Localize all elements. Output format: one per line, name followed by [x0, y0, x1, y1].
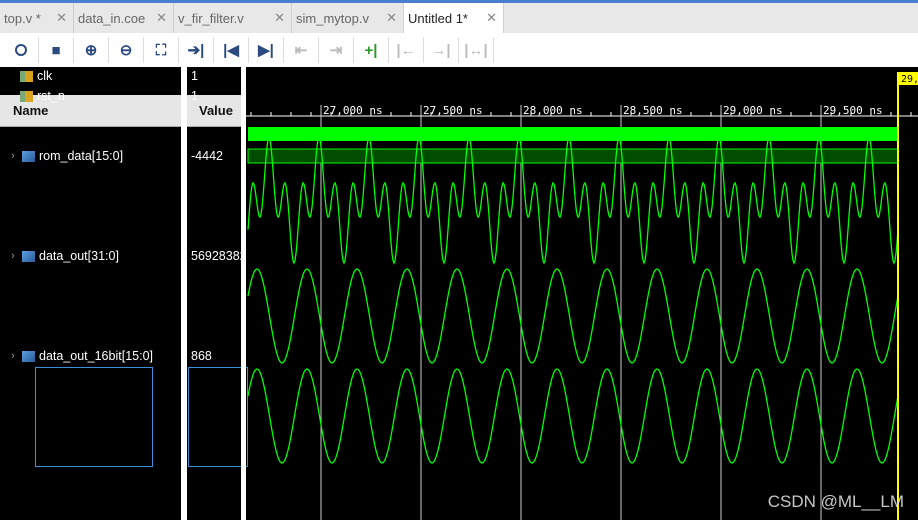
signal-value: 1: [191, 69, 198, 83]
swap-cursors-icon: |↔|: [464, 41, 488, 59]
tab-label: sim_mytop.v: [296, 10, 369, 26]
close-icon[interactable]: ✕: [386, 10, 397, 26]
save-icon: ■: [51, 41, 61, 59]
close-icon[interactable]: ✕: [274, 10, 285, 26]
signal-name: clk: [37, 69, 53, 83]
editor-tabs: top.v * ✕ data_in.coe ✕ v_fir_filter.v ✕ sim_m…: [0, 3, 918, 33]
signal-value: 1: [191, 89, 198, 103]
tab-label: top.v *: [4, 10, 41, 26]
cursor-time-label: 29,: [901, 74, 918, 85]
add-marker-button[interactable]: +|: [354, 37, 389, 63]
time-tick-label: 28,500 ns: [623, 104, 683, 117]
signal-row-clk[interactable]: clk: [20, 69, 52, 83]
search-button[interactable]: [4, 37, 39, 63]
go-to-start-button[interactable]: |◀: [214, 37, 249, 63]
signal-name: rst_n: [37, 89, 65, 103]
signal-row-rom-data[interactable]: › rom_data[15:0]: [4, 149, 123, 163]
previous-marker-button[interactable]: |←: [389, 37, 424, 63]
zoom-fit-button[interactable]: ⛶: [144, 37, 179, 63]
go-to-end-icon: ▶|: [258, 42, 274, 59]
data-out-waveform: [247, 268, 899, 364]
wave-toolbar: ■ ⊕ ⊖ ⛶ ➔| |◀ ▶| ⇤ ⇥ +| |← →| |↔|: [0, 33, 918, 67]
selection-box: [35, 367, 153, 467]
signal-row-rst-n[interactable]: rst_n: [20, 89, 65, 103]
expand-chevron-icon[interactable]: ›: [4, 350, 22, 362]
close-icon[interactable]: ✕: [156, 10, 167, 26]
go-to-cursor-icon: ➔|: [187, 42, 205, 59]
go-to-end-button[interactable]: ▶|: [249, 37, 284, 63]
expand-chevron-icon[interactable]: ›: [4, 150, 22, 162]
signal-name: data_out[31:0]: [39, 249, 119, 263]
signal-value: 56928382: [191, 249, 241, 263]
bus-signal-icon: [22, 350, 35, 362]
add-marker-icon: +|: [364, 41, 378, 59]
bit-signal-icon: [20, 70, 33, 82]
tab-top-v-[interactable]: top.v * ✕: [0, 3, 74, 33]
save-button[interactable]: ■: [39, 37, 74, 63]
previous-marker-icon: |←: [396, 41, 416, 59]
next-transition-icon: ⇥: [329, 42, 343, 59]
signal-row-data-out[interactable]: › data_out[31:0]: [4, 249, 119, 263]
tab-data-in-coe[interactable]: data_in.coe ✕: [74, 3, 174, 33]
signal-value: 868: [191, 349, 212, 363]
zoom-out-button[interactable]: ⊖: [109, 37, 144, 63]
time-tick-label: 27,000 ns: [323, 104, 383, 117]
bit-signal-icon: [20, 90, 33, 102]
time-tick-label: 28,000 ns: [523, 104, 583, 117]
previous-transition-button[interactable]: ⇤: [284, 37, 319, 63]
rst-n-waveform: [247, 148, 899, 164]
tab-sim-mytop-v[interactable]: sim_mytop.v ✕: [292, 3, 404, 33]
expand-chevron-icon[interactable]: ›: [4, 250, 22, 262]
signal-name: rom_data[15:0]: [39, 149, 124, 163]
bus-signal-icon: [22, 250, 35, 262]
data-out-16bit-waveform: [247, 368, 899, 464]
waveform-canvas[interactable]: 27,000 ns 27,500 ns 28,000 ns 28,500 ns 29,0…: [246, 67, 918, 520]
next-marker-button[interactable]: →|: [424, 37, 459, 63]
zoom-fit-icon: ⛶: [155, 41, 167, 59]
tab-label: Untitled 1*: [408, 10, 468, 26]
zoom-out-icon: ⊖: [119, 42, 133, 59]
tab-label: v_fir_filter.v: [178, 10, 244, 26]
zoom-in-icon: ⊕: [84, 42, 98, 59]
tab-label: data_in.coe: [78, 10, 146, 26]
time-tick-label: 29,500 ns: [823, 104, 883, 117]
watermark: CSDN @ML__LM: [767, 492, 904, 511]
clk-waveform: [248, 127, 898, 141]
tab-untitled-1-[interactable]: Untitled 1* ✕: [404, 3, 504, 33]
time-tick-label: 27,500 ns: [423, 104, 483, 117]
swap-cursors-button[interactable]: |↔|: [459, 37, 494, 63]
next-marker-icon: →|: [431, 41, 451, 59]
go-to-start-icon: |◀: [223, 42, 239, 59]
signal-name: data_out_16bit[15:0]: [39, 349, 153, 363]
value-panel: Value 11-444256928382868: [187, 67, 248, 520]
close-icon[interactable]: ✕: [56, 10, 67, 26]
next-transition-button[interactable]: ⇥: [319, 37, 354, 63]
search-icon: [15, 44, 27, 56]
signal-row-data-out-16bit[interactable]: › data_out_16bit[15:0]: [4, 349, 153, 363]
name-panel: Name clk rst_n › rom_data[15:0] › data_out[31…: [0, 67, 181, 520]
previous-transition-icon: ⇤: [294, 42, 308, 59]
close-icon[interactable]: ✕: [486, 10, 497, 26]
zoom-in-button[interactable]: ⊕: [74, 37, 109, 63]
tab-v-fir-filter-v[interactable]: v_fir_filter.v ✕: [174, 3, 292, 33]
signal-value: -4442: [191, 149, 223, 163]
time-tick-label: 29,000 ns: [723, 104, 783, 117]
selection-box: [188, 367, 248, 467]
bus-signal-icon: [22, 150, 35, 162]
go-to-cursor-button[interactable]: ➔|: [179, 37, 214, 63]
